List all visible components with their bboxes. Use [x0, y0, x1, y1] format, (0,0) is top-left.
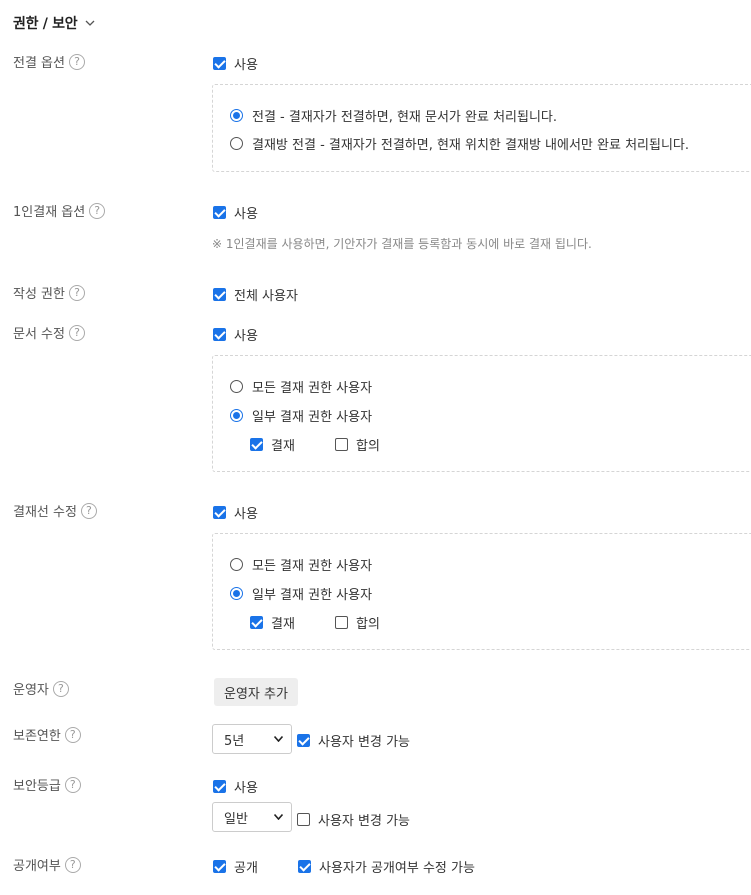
doc-edit-radio-some[interactable]: 일부 결재 권한 사용자 — [230, 406, 372, 425]
write-permission-all-users-checkbox[interactable]: 전체 사용자 — [213, 285, 298, 304]
checkbox-label: 결재 — [271, 617, 295, 632]
chevron-down-icon — [274, 814, 283, 820]
label-text: 1인결재 옵션 — [13, 205, 86, 220]
label-text: 작성 권한 — [13, 287, 65, 302]
radio-label: 모든 결재 권한 사용자 — [252, 381, 373, 396]
radio-unselected-icon[interactable] — [230, 137, 243, 150]
line-edit-agreement-checkbox[interactable]: 합의 — [335, 613, 380, 632]
line-edit-approval-checkbox[interactable]: 결재 — [250, 613, 295, 632]
checkbox-unchecked-icon[interactable] — [335, 438, 348, 451]
chevron-down-icon — [274, 736, 283, 742]
checkbox-checked-icon[interactable] — [213, 206, 226, 219]
label-text: 공개여부 — [13, 859, 61, 874]
help-icon[interactable]: ? — [52, 680, 69, 697]
label-text: 결재선 수정 — [13, 505, 77, 520]
radio-label: 전결 - 결재자가 전결하면, 현재 문서가 완료 처리됩니다. — [252, 110, 558, 125]
public-checkbox[interactable]: 공개 — [213, 857, 258, 876]
label-public: 공개여부 ? — [13, 855, 81, 874]
approval-option-panel — [212, 84, 751, 172]
checkbox-checked-icon[interactable] — [213, 328, 226, 341]
line-edit-radio-all[interactable]: 모든 결재 권한 사용자 — [230, 555, 372, 574]
label-write-permission: 작성 권한 ? — [13, 283, 85, 302]
radio-label: 결재방 전결 - 결재자가 전결하면, 현재 위치한 결재방 내에서만 완료 처… — [252, 138, 689, 153]
radio-selected-icon[interactable] — [230, 109, 243, 122]
checkbox-checked-icon[interactable] — [213, 506, 226, 519]
single-approval-use-checkbox[interactable]: 사용 — [213, 203, 258, 222]
radio-selected-icon[interactable] — [230, 587, 243, 600]
help-icon[interactable]: ? — [68, 53, 85, 70]
help-icon[interactable]: ? — [64, 856, 81, 873]
help-icon[interactable]: ? — [68, 324, 85, 341]
retention-user-change-checkbox[interactable]: 사용자 변경 가능 — [297, 731, 410, 750]
label-text: 보안등급 — [13, 779, 61, 794]
checkbox-label: 전체 사용자 — [234, 289, 298, 304]
checkbox-unchecked-icon[interactable] — [335, 616, 348, 629]
checkbox-label: 사용 — [234, 207, 258, 222]
radio-label: 모든 결재 권한 사용자 — [252, 559, 373, 574]
line-edit-radio-some[interactable]: 일부 결재 권한 사용자 — [230, 584, 372, 603]
checkbox-label: 사용 — [234, 329, 258, 344]
checkbox-checked-icon[interactable] — [250, 616, 263, 629]
checkbox-checked-icon[interactable] — [213, 57, 226, 70]
radio-label: 일부 결재 권한 사용자 — [252, 588, 373, 603]
label-text: 운영자 — [13, 683, 49, 698]
select-value: 일반 — [224, 811, 248, 827]
label-retention: 보존연한 ? — [13, 725, 81, 744]
checkbox-label: 사용 — [234, 507, 258, 522]
add-operator-button[interactable]: 운영자 추가 — [214, 678, 298, 706]
security-level-user-change-checkbox[interactable]: 사용자 변경 가능 — [297, 810, 410, 829]
security-level-use-checkbox[interactable]: 사용 — [213, 777, 258, 796]
help-icon[interactable]: ? — [80, 502, 97, 519]
single-approval-note: ※ 1인결재를 사용하면, 기안자가 결재를 등록함과 동시에 바로 결재 됩니… — [212, 237, 592, 251]
checkbox-checked-icon[interactable] — [213, 780, 226, 793]
checkbox-label: 사용 — [234, 781, 258, 796]
checkbox-checked-icon[interactable] — [297, 734, 310, 747]
doc-edit-approval-checkbox[interactable]: 결재 — [250, 435, 295, 454]
retention-select[interactable]: 5년 — [212, 724, 292, 754]
security-level-select[interactable]: 일반 — [212, 802, 292, 832]
label-single-approval: 1인결재 옵션 ? — [13, 201, 106, 220]
checkbox-label: 사용자가 공개여부 수정 가능 — [319, 861, 475, 876]
approval-option-radio-full[interactable]: 전결 - 결재자가 전결하면, 현재 문서가 완료 처리됩니다. — [230, 106, 557, 125]
approval-option-radio-room[interactable]: 결재방 전결 - 결재자가 전결하면, 현재 위치한 결재방 내에서만 완료 처… — [230, 134, 689, 153]
label-text: 전결 옵션 — [13, 56, 65, 71]
doc-edit-radio-all[interactable]: 모든 결재 권한 사용자 — [230, 377, 372, 396]
label-doc-edit: 문서 수정 ? — [13, 323, 85, 342]
checkbox-label: 결재 — [271, 439, 295, 454]
help-icon[interactable]: ? — [89, 202, 106, 219]
help-icon[interactable]: ? — [68, 284, 85, 301]
section-title: 권한 / 보안 — [13, 16, 78, 32]
label-line-edit: 결재선 수정 ? — [13, 501, 97, 520]
label-text: 문서 수정 — [13, 327, 65, 342]
checkbox-label: 공개 — [234, 861, 258, 876]
radio-label: 일부 결재 권한 사용자 — [252, 410, 373, 425]
label-security-level: 보안등급 ? — [13, 775, 81, 794]
checkbox-checked-icon[interactable] — [213, 288, 226, 301]
label-text: 보존연한 — [13, 729, 61, 744]
approval-option-use-checkbox[interactable]: 사용 — [213, 54, 258, 73]
radio-unselected-icon[interactable] — [230, 380, 243, 393]
chevron-down-icon[interactable] — [85, 18, 95, 28]
checkbox-checked-icon[interactable] — [213, 860, 226, 873]
checkbox-label: 사용 — [234, 58, 258, 73]
radio-unselected-icon[interactable] — [230, 558, 243, 571]
section-header[interactable]: 권한 / 보안 — [13, 13, 95, 33]
help-icon[interactable]: ? — [64, 776, 81, 793]
select-value: 5년 — [224, 733, 245, 749]
checkbox-unchecked-icon[interactable] — [297, 813, 310, 826]
line-edit-use-checkbox[interactable]: 사용 — [213, 503, 258, 522]
checkbox-label: 사용자 변경 가능 — [318, 735, 410, 750]
checkbox-checked-icon[interactable] — [250, 438, 263, 451]
checkbox-checked-icon[interactable] — [298, 860, 311, 873]
label-approval-option: 전결 옵션 ? — [13, 52, 85, 71]
doc-edit-agreement-checkbox[interactable]: 합의 — [335, 435, 380, 454]
label-operator: 운영자 ? — [13, 679, 69, 698]
checkbox-label: 합의 — [356, 617, 380, 632]
checkbox-label: 합의 — [356, 439, 380, 454]
help-icon[interactable]: ? — [64, 726, 81, 743]
public-user-edit-checkbox[interactable]: 사용자가 공개여부 수정 가능 — [298, 857, 475, 876]
doc-edit-use-checkbox[interactable]: 사용 — [213, 325, 258, 344]
checkbox-label: 사용자 변경 가능 — [318, 814, 410, 829]
radio-selected-icon[interactable] — [230, 409, 243, 422]
